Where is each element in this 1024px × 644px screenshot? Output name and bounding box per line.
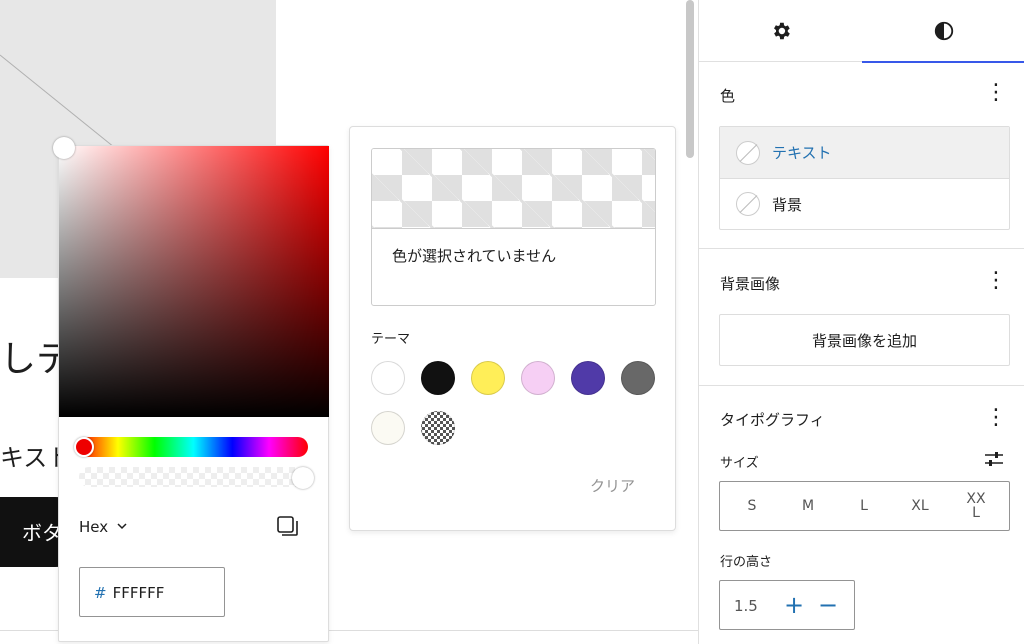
color-item-label: 背景: [772, 195, 803, 214]
font-size-option[interactable]: XX L: [948, 482, 1004, 530]
hex-value: FFFFFF: [112, 584, 165, 602]
theme-label: テーマ: [371, 332, 411, 347]
custom-color-picker: Hex # FFFFFF: [53, 137, 329, 642]
hex-input[interactable]: # FFFFFF: [79, 567, 225, 617]
panel-divider: [699, 248, 1024, 249]
color-format-label: Hex: [79, 518, 109, 536]
chevron-down-icon: [116, 518, 128, 536]
line-height-control: 1.5 + −: [719, 580, 855, 630]
color-panel-title: 色: [720, 87, 736, 105]
increment-button[interactable]: +: [782, 591, 806, 619]
hue-slider[interactable]: [79, 437, 308, 457]
color-palette-popover: 色が選択されていません テーマ クリア: [349, 126, 676, 531]
size-label: サイズ: [720, 456, 759, 471]
tab-settings[interactable]: [699, 0, 862, 62]
saturation-area[interactable]: [59, 146, 329, 417]
font-size-option[interactable]: L: [836, 482, 892, 530]
no-color-indicator-icon: [736, 140, 760, 165]
color-preview: 色が選択されていません: [371, 148, 656, 306]
hue-handle[interactable]: [74, 437, 94, 457]
background-image-panel-title: 背景画像: [720, 275, 781, 293]
color-format-select[interactable]: Hex: [79, 518, 128, 536]
alpha-slider[interactable]: [79, 467, 314, 487]
swatch-purple[interactable]: [571, 361, 605, 395]
swatch-pink[interactable]: [521, 361, 555, 395]
swatch-cream[interactable]: [371, 411, 405, 445]
swatch-transparent[interactable]: [421, 411, 455, 445]
copy-icon[interactable]: [275, 514, 301, 540]
transparent-preview: [372, 149, 655, 229]
line-height-value[interactable]: 1.5: [734, 597, 758, 615]
sliders-icon[interactable]: [983, 448, 1005, 474]
gear-icon: [773, 22, 790, 40]
settings-sidebar: 色 ⋮ テキスト 背景 背景画像 ⋮ 背景画像を追加 タイポグラフィ ⋮ サイズ…: [698, 0, 1024, 644]
color-options-menu-icon[interactable]: ⋮: [985, 81, 1007, 105]
color-item-label: テキスト: [772, 144, 832, 162]
font-size-control: S M L XL XX L: [719, 481, 1010, 531]
color-item-background[interactable]: 背景: [720, 178, 1009, 229]
background-image-options-menu-icon[interactable]: ⋮: [985, 269, 1007, 293]
panel-divider: [699, 385, 1024, 386]
line-height-label: 行の高さ: [720, 555, 773, 570]
swatch-black[interactable]: [421, 361, 455, 395]
color-list: テキスト 背景: [719, 126, 1010, 230]
canvas-scrollbar[interactable]: [686, 0, 694, 158]
color-item-text[interactable]: テキスト: [720, 127, 1009, 178]
typography-panel-title: タイポグラフィ: [720, 411, 825, 429]
add-background-image-button[interactable]: 背景画像を追加: [719, 314, 1010, 366]
saturation-handle[interactable]: [53, 137, 75, 159]
swatch-white[interactable]: [371, 361, 405, 395]
tab-styles[interactable]: [862, 0, 1024, 63]
swatch-gray[interactable]: [621, 361, 655, 395]
font-size-option[interactable]: M: [780, 482, 836, 530]
decrement-button[interactable]: −: [816, 591, 840, 619]
typography-options-menu-icon[interactable]: ⋮: [985, 406, 1007, 430]
no-color-indicator-icon: [736, 192, 760, 216]
no-color-text: 色が選択されていません: [392, 247, 557, 265]
font-size-option[interactable]: S: [724, 482, 780, 530]
hex-prefix: #: [94, 584, 107, 602]
alpha-handle[interactable]: [292, 467, 314, 489]
clear-button[interactable]: クリア: [590, 475, 635, 496]
font-size-option[interactable]: XL: [892, 482, 948, 530]
sidebar-tabs: [699, 0, 1024, 63]
contrast-icon: [934, 21, 953, 41]
swatch-yellow[interactable]: [471, 361, 505, 395]
